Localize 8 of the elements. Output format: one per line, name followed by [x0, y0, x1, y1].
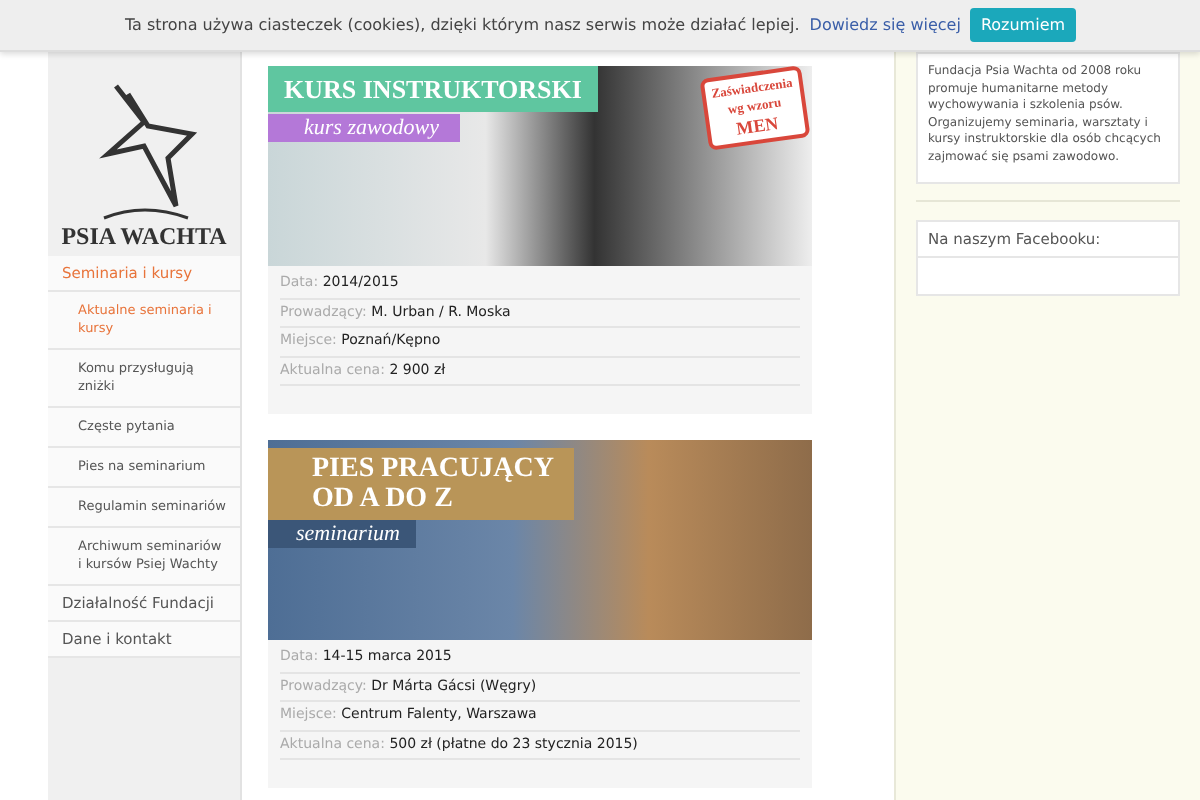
banner-subtitle: seminarium — [268, 520, 416, 548]
event-banner[interactable]: PIES PRACUJĄCY OD A DO Z seminarium — [268, 440, 812, 640]
logo-text: PSIA WACHTA — [61, 222, 227, 252]
banner-title: PIES PRACUJĄCY OD A DO Z — [268, 448, 574, 520]
learn-more-link[interactable]: Dowiedz się więcej — [809, 16, 961, 34]
banner-subtitle: kurs zawodowy — [268, 114, 460, 142]
banner-title: KURS INSTRUKTORSKI — [268, 66, 598, 112]
cookie-notice: Ta strona używa ciasteczek (cookies), dzięki którym nasz serwis może działać lepiej. — [124, 16, 800, 34]
